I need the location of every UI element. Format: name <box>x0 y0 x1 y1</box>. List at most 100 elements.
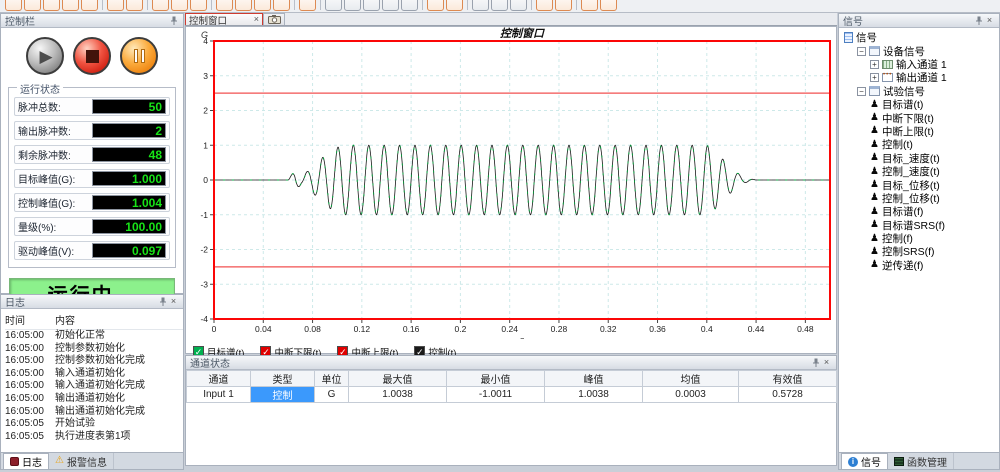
tree-item[interactable]: 信号 <box>842 31 999 44</box>
chart-overlay-1-icon[interactable] <box>382 0 399 11</box>
tree-item[interactable]: ♟目标谱(f) <box>842 205 999 218</box>
link-add-icon[interactable] <box>446 0 463 11</box>
tree-expander-icon[interactable]: + <box>870 73 879 82</box>
log-row[interactable]: 16:05:00控制参数初始化 <box>5 343 183 356</box>
pin-icon[interactable] <box>168 15 179 26</box>
tree-expander-icon[interactable]: + <box>870 60 879 69</box>
log-col-content: 内容 <box>55 312 75 327</box>
control-chart[interactable]: 控制窗口G-4-3-2-10123400.040.080.120.160.20.… <box>186 27 836 344</box>
log-row[interactable]: 16:05:00输出通道初始化完成 <box>5 406 183 419</box>
split-vertical-icon[interactable] <box>491 0 508 11</box>
new-icon[interactable] <box>5 0 22 11</box>
input-channel-icon <box>882 60 893 69</box>
linear-scale-1-icon[interactable] <box>216 0 233 11</box>
signal-waveform-icon: ♟ <box>870 153 879 163</box>
svg-text:-3: -3 <box>200 279 208 289</box>
link-icon[interactable] <box>427 0 444 11</box>
close-icon[interactable]: × <box>984 15 995 26</box>
tree-item[interactable]: ♟目标谱(t) <box>842 98 999 111</box>
close-icon[interactable]: × <box>821 357 832 368</box>
channel-status-table[interactable]: 通道类型单位最大值最小值峰值均值有效值 Input 1控制G1.0038-1.0… <box>186 370 837 403</box>
close-icon[interactable]: × <box>254 15 259 24</box>
tab-alarm-info[interactable]: ⚠ 报警信息 <box>49 453 114 469</box>
log-row[interactable]: 16:05:00输入通道初始化完成 <box>5 380 183 393</box>
tab-snapshot[interactable] <box>263 13 285 25</box>
pin-icon[interactable] <box>810 357 821 368</box>
channel-col-header[interactable]: 通道 <box>187 371 251 387</box>
tree-item[interactable]: ♟目标_速度(t) <box>842 152 999 165</box>
tree-item[interactable]: ♟逆传递(f) <box>842 259 999 272</box>
log-row[interactable]: 16:05:00输入通道初始化 <box>5 368 183 381</box>
toolbar-separator <box>576 0 577 10</box>
signal-wave-icon[interactable] <box>299 0 316 11</box>
undo-icon[interactable] <box>581 0 598 11</box>
channel-col-header[interactable]: 单位 <box>315 371 349 387</box>
open-icon[interactable] <box>24 0 41 11</box>
tab-function-manager[interactable]: 函数管理 <box>888 453 954 469</box>
channel-row[interactable]: Input 1控制G1.0038-1.00111.00380.00030.572… <box>187 387 837 403</box>
start-button[interactable]: ▶ <box>26 37 64 75</box>
linear-scale-3-icon[interactable] <box>254 0 271 11</box>
close-test-icon[interactable] <box>600 0 617 11</box>
log-row[interactable]: 16:05:00输出通道初始化 <box>5 393 183 406</box>
layout-grid-3-icon[interactable] <box>363 0 380 11</box>
linear-scale-2-icon[interactable] <box>235 0 252 11</box>
pause-button[interactable] <box>120 37 158 75</box>
channel-col-header[interactable]: 类型 <box>251 371 315 387</box>
favorite-icon[interactable] <box>152 0 169 11</box>
svg-text:-1: -1 <box>200 210 208 220</box>
tree-item[interactable]: ♟目标_位移(t) <box>842 178 999 191</box>
log-list[interactable]: 时间内容16:05:00初始化正常16:05:00控制参数初始化16:05:00… <box>1 309 183 452</box>
layout-grid-2-icon[interactable] <box>344 0 361 11</box>
log-row[interactable]: 16:05:00控制参数初始化完成 <box>5 355 183 368</box>
close-icon[interactable]: × <box>168 296 179 307</box>
tree-expander-icon[interactable]: − <box>857 87 866 96</box>
channel-col-header[interactable]: 最大值 <box>349 371 447 387</box>
transfer-icon[interactable] <box>273 0 290 11</box>
tree-item[interactable]: ♟中断下限(t) <box>842 111 999 124</box>
toolbar-separator <box>294 0 295 10</box>
tree-item[interactable]: ♟控制_速度(t) <box>842 165 999 178</box>
report-icon[interactable] <box>107 0 124 11</box>
log-row[interactable]: 16:05:05开始试验 <box>5 418 183 431</box>
save-all-icon[interactable] <box>62 0 79 11</box>
tab-log[interactable]: 日志 <box>3 453 49 469</box>
function-manager-icon <box>894 457 904 466</box>
pin-icon[interactable] <box>157 296 168 307</box>
print-icon[interactable] <box>126 0 143 11</box>
log-panel: 日志 × 时间内容16:05:00初始化正常16:05:00控制参数初始化16:… <box>0 294 184 470</box>
tab-control-window[interactable]: 控制窗口 × <box>185 13 263 25</box>
tab-signal[interactable]: i 信号 <box>841 453 888 469</box>
channel-col-header[interactable]: 均值 <box>643 371 739 387</box>
save-icon[interactable] <box>43 0 60 11</box>
chart-overlay-2-icon[interactable] <box>401 0 418 11</box>
schedule-icon[interactable] <box>190 0 207 11</box>
field-value-display: 100.00 <box>92 219 166 234</box>
signal-tree[interactable]: 信号−设备信号+输入通道 1+•••输出通道 1−试验信号♟目标谱(t)♟中断下… <box>839 28 999 452</box>
tree-expander-icon[interactable]: − <box>857 47 866 56</box>
split-horizontal-icon[interactable] <box>472 0 489 11</box>
pop-out-icon[interactable] <box>510 0 527 11</box>
pie-icon[interactable] <box>171 0 188 11</box>
tree-item[interactable]: ♟控制SRS(f) <box>842 245 999 258</box>
tree-item[interactable]: ♟控制(t) <box>842 138 999 151</box>
tree-item[interactable]: +•••输出通道 1 <box>842 71 999 84</box>
tree-item[interactable]: ♟控制_位移(t) <box>842 192 999 205</box>
tree-item[interactable]: ♟目标谱SRS(f) <box>842 218 999 231</box>
channel-col-header[interactable]: 有效值 <box>739 371 837 387</box>
channel-col-header[interactable]: 最小值 <box>447 371 545 387</box>
tree-item[interactable]: ♟中断上限(t) <box>842 125 999 138</box>
page-setup-icon[interactable] <box>81 0 98 11</box>
stop-button[interactable] <box>73 37 111 75</box>
zoom-in-icon[interactable] <box>536 0 553 11</box>
zoom-out-icon[interactable] <box>555 0 572 11</box>
log-row[interactable]: 16:05:00初始化正常 <box>5 330 183 343</box>
tree-item[interactable]: −试验信号 <box>842 85 999 98</box>
pin-icon[interactable] <box>973 15 984 26</box>
tree-item[interactable]: ♟控制(f) <box>842 232 999 245</box>
layout-grid-1-icon[interactable] <box>325 0 342 11</box>
log-row[interactable]: 16:05:05执行进度表第1项 <box>5 431 183 444</box>
tree-item[interactable]: −设备信号 <box>842 44 999 57</box>
channel-col-header[interactable]: 峰值 <box>545 371 643 387</box>
tree-item[interactable]: +输入通道 1 <box>842 58 999 71</box>
